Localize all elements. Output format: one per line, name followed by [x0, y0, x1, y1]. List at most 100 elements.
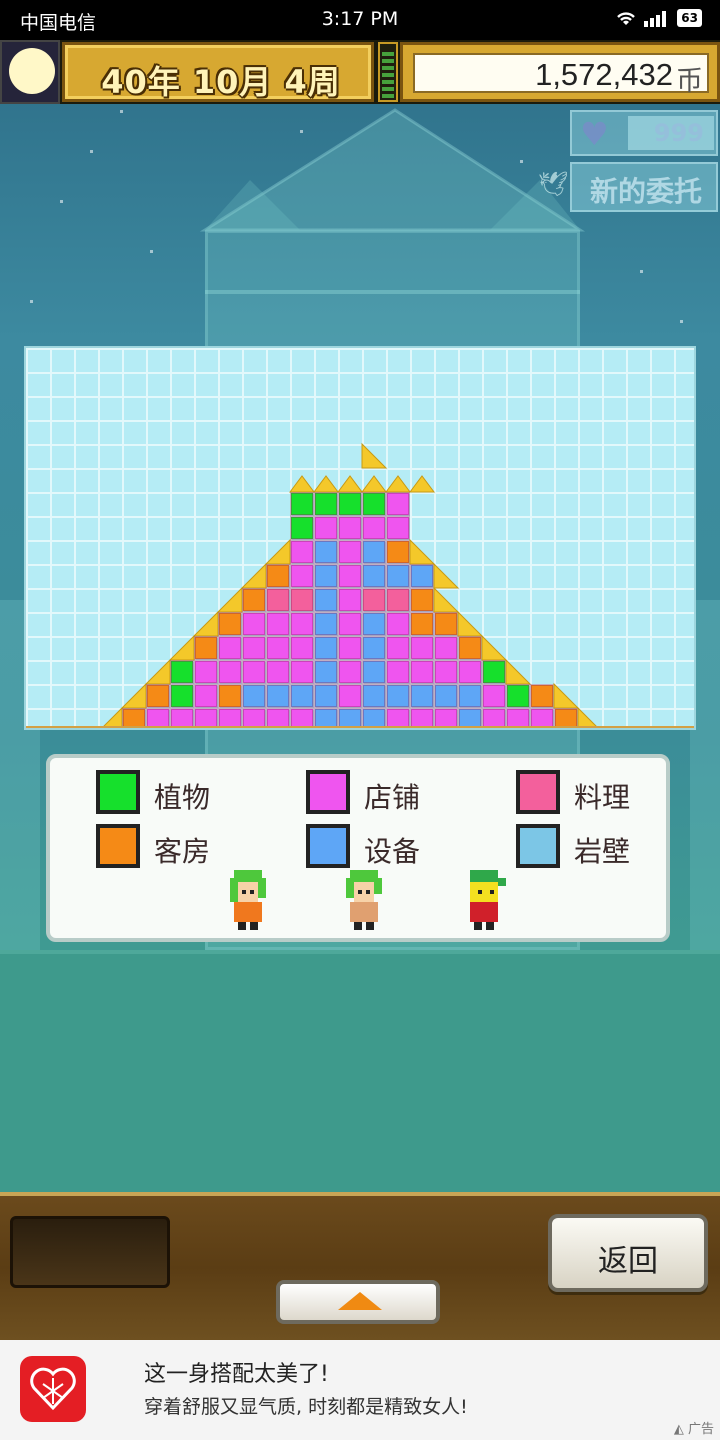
shop-block — [242, 612, 266, 636]
legend-label: 设备 — [364, 835, 421, 868]
legend-label: 店铺 — [364, 781, 421, 814]
tower-floor — [205, 290, 580, 294]
legend-label: 岩壁 — [574, 835, 631, 868]
shop-block — [290, 660, 314, 684]
shop-logo-icon — [20, 1356, 86, 1422]
equipment-block — [314, 612, 338, 636]
expand-menu-button[interactable] — [276, 1280, 440, 1324]
shop-block — [434, 660, 458, 684]
roof-block — [433, 586, 460, 613]
shop-block — [482, 684, 506, 708]
character-sprite — [470, 870, 506, 930]
new-request-button[interactable]: 🕊 新的委托 — [538, 162, 718, 212]
shop-block — [338, 612, 362, 636]
food-block — [362, 588, 386, 612]
roof-block — [457, 610, 484, 637]
legend-item-equipment: 设备 — [306, 824, 516, 868]
equipment-block — [314, 564, 338, 588]
new-request-label: 新的委托 — [589, 175, 702, 208]
legend-label: 客房 — [154, 835, 211, 868]
plant-block — [482, 660, 506, 684]
guestroom-block — [218, 684, 242, 708]
back-button-label: 返回 — [598, 1244, 658, 1279]
equipment-block — [434, 684, 458, 708]
equipment-block — [362, 636, 386, 660]
hearts-counter[interactable]: ♥ 999 — [570, 110, 718, 156]
legend-item-shop: 店铺 — [306, 770, 516, 814]
roof-block — [505, 658, 532, 685]
battery-indicator: 63 — [677, 9, 702, 27]
equipment-block — [314, 636, 338, 660]
guestroom-block — [530, 684, 554, 708]
equipment-block — [410, 684, 434, 708]
money-unit: 币 — [676, 66, 703, 97]
money-value: 1,572,432 — [535, 57, 673, 92]
roof-block — [361, 475, 387, 493]
game-date: 40年 10月 4周 — [101, 63, 341, 101]
heart-icon: ♥ — [580, 115, 609, 153]
roof-block — [144, 658, 171, 685]
plant-block — [170, 660, 194, 684]
shop-block — [242, 660, 266, 684]
date-panel: 40年 10月 4周 — [62, 42, 374, 102]
shop-block — [386, 516, 410, 540]
legend-swatch — [96, 824, 140, 868]
equipment-block — [242, 684, 266, 708]
guestroom-block — [458, 636, 482, 660]
plant-block — [170, 684, 194, 708]
signal-icon — [644, 11, 667, 27]
legend-swatch — [516, 770, 560, 814]
shop-block — [386, 612, 410, 636]
arrow-up-icon — [338, 1292, 382, 1310]
back-button[interactable]: 返回 — [548, 1214, 708, 1292]
shop-block — [266, 660, 290, 684]
guestroom-block — [266, 564, 290, 588]
guestroom-block — [410, 588, 434, 612]
equipment-block — [314, 540, 338, 564]
roof-block — [313, 475, 339, 493]
legend-item-guestroom: 客房 — [96, 824, 306, 868]
shop-block — [338, 588, 362, 612]
shop-block — [338, 660, 362, 684]
shop-block — [386, 636, 410, 660]
food-block — [266, 588, 290, 612]
character-sprite — [230, 870, 266, 930]
shop-block — [218, 636, 242, 660]
shop-block — [386, 492, 410, 516]
equipment-block — [362, 540, 386, 564]
guestroom-block — [218, 612, 242, 636]
legend-swatch — [306, 824, 350, 868]
roof-block — [409, 475, 435, 493]
guestroom-block — [146, 684, 170, 708]
equipment-block — [386, 564, 410, 588]
equipment-block — [362, 660, 386, 684]
shop-block — [434, 636, 458, 660]
shop-block — [266, 636, 290, 660]
roof-block — [216, 586, 243, 613]
ad-tag-label: 广告 — [687, 1422, 714, 1437]
shop-block — [338, 564, 362, 588]
time-of-day-box — [0, 40, 60, 104]
shop-block — [242, 636, 266, 660]
roof-block — [240, 562, 267, 589]
shop-block — [338, 684, 362, 708]
roof-block — [120, 682, 147, 709]
roof-block — [289, 475, 315, 493]
shop-block — [290, 540, 314, 564]
shop-block — [314, 516, 338, 540]
plant-block — [506, 684, 530, 708]
shop-block — [266, 612, 290, 636]
roof-block — [361, 442, 388, 469]
legend-swatch — [306, 770, 350, 814]
plant-block — [362, 492, 386, 516]
roof-block — [409, 538, 436, 565]
plant-block — [338, 492, 362, 516]
ad-title: 这一身搭配太美了! — [144, 1362, 329, 1387]
legend-swatch — [96, 770, 140, 814]
legend-item-food: 料理 — [516, 770, 720, 814]
ad-banner[interactable]: 这一身搭配太美了! 穿着舒服又显气质, 时刻都是精致女人! ◭ 广告 — [0, 1340, 720, 1440]
roof-block — [337, 475, 363, 493]
shop-block — [362, 516, 386, 540]
guestroom-block — [194, 636, 218, 660]
roof-block — [481, 634, 508, 661]
